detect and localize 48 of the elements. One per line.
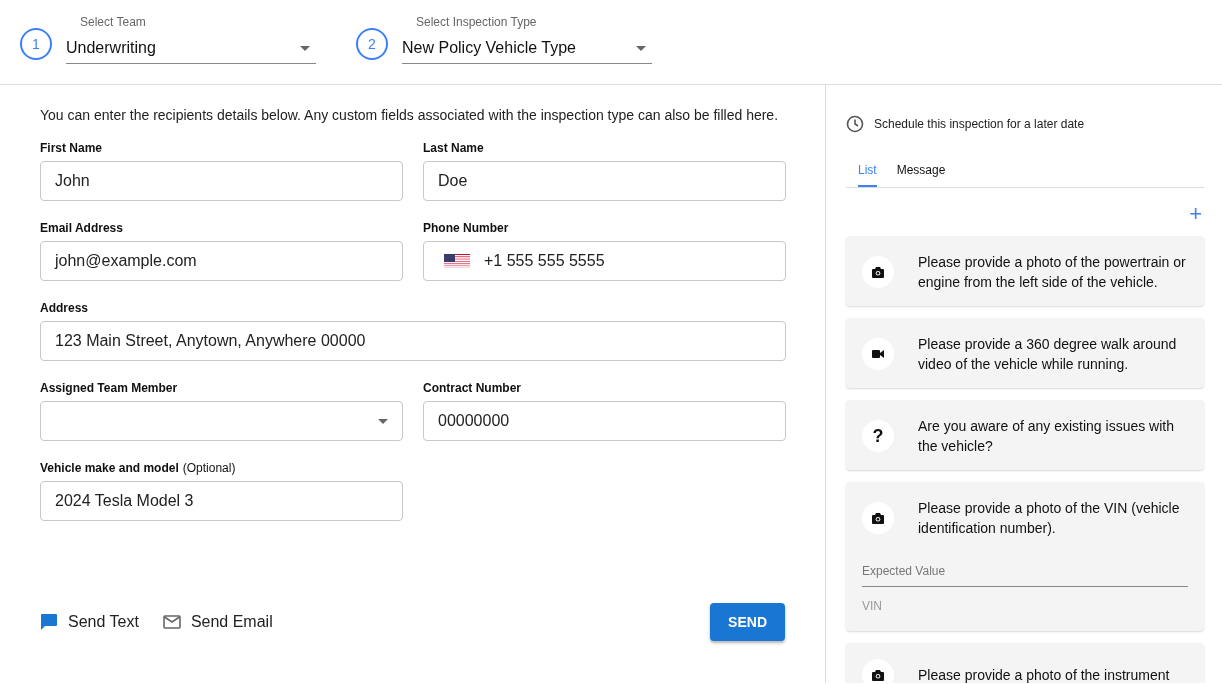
field-label: Email Address [40, 221, 123, 235]
tab[interactable]: Message [896, 163, 946, 187]
select-dropdown[interactable]: Underwriting [66, 39, 316, 64]
field-label: Address [40, 301, 89, 315]
us-flag-icon [444, 253, 470, 269]
request-text: Please provide a photo of the powertrain or engine from the left side of the vehicle. [918, 253, 1187, 292]
clock-icon [846, 115, 864, 133]
dropdown-caret-icon [378, 418, 388, 424]
send-option[interactable]: Send Text [40, 613, 139, 631]
schedule-link[interactable]: Schedule this inspection for a later date [874, 117, 1085, 131]
add-button[interactable]: + [1187, 204, 1204, 224]
dropdown-field[interactable] [40, 401, 403, 441]
field-label: Phone Number [423, 221, 509, 235]
dropdown-caret-icon [300, 45, 310, 51]
text-input-field[interactable]: 123 Main Street, Anytown, Anywhere 00000 [40, 321, 786, 361]
field-label: First Name [40, 141, 103, 155]
video-camera-icon [872, 350, 884, 358]
text-input-field[interactable]: 2024 Tesla Model 3 [40, 481, 403, 521]
intro-text: You can enter the recipients details below. Any custom fields associated with the inspection type can also be filled here. [40, 107, 780, 123]
field-label: Last Name [423, 141, 484, 155]
request-text: Please provide a 360 degree walk around video of the vehicle while running. [918, 335, 1178, 374]
send-button[interactable]: SEND [710, 603, 785, 641]
select-label: Select Inspection Type [416, 15, 538, 29]
field-label: Contract Number [423, 381, 521, 395]
chat-bubble-icon [40, 613, 58, 631]
text-input-field[interactable]: Doe [423, 161, 786, 201]
envelope-icon [162, 615, 181, 629]
send-option[interactable]: Send Email [162, 613, 273, 631]
text-input-field[interactable]: john@example.com [40, 241, 403, 281]
select-label: Select Team [80, 15, 147, 29]
dropdown-caret-icon [636, 45, 646, 51]
field-label: Vehicle make and model [40, 461, 179, 475]
request-text: Please provide a photo of the instrument [918, 666, 1170, 683]
step-number: 2 [356, 28, 388, 60]
request-text: Please provide a photo of the VIN (vehicle identification number). [918, 499, 1181, 538]
expected-value-label: Expected Value [862, 564, 1188, 587]
tab[interactable]: List [858, 163, 877, 187]
request-text: Are you aware of any existing issues with the vehicle? [918, 417, 1175, 456]
question-mark-icon: ? [872, 425, 884, 447]
phone-input-field[interactable]: +1 555 555 5555 [423, 241, 786, 281]
camera-icon [872, 266, 884, 278]
field-label: Assigned Team Member [40, 381, 178, 395]
text-input-field[interactable]: 00000000 [423, 401, 786, 441]
optional-note: (Optional) [182, 461, 236, 475]
camera-icon [872, 512, 884, 524]
select-dropdown[interactable]: New Policy Vehicle Type [402, 39, 652, 64]
step-number: 1 [20, 28, 52, 60]
text-input-field[interactable]: John [40, 161, 403, 201]
